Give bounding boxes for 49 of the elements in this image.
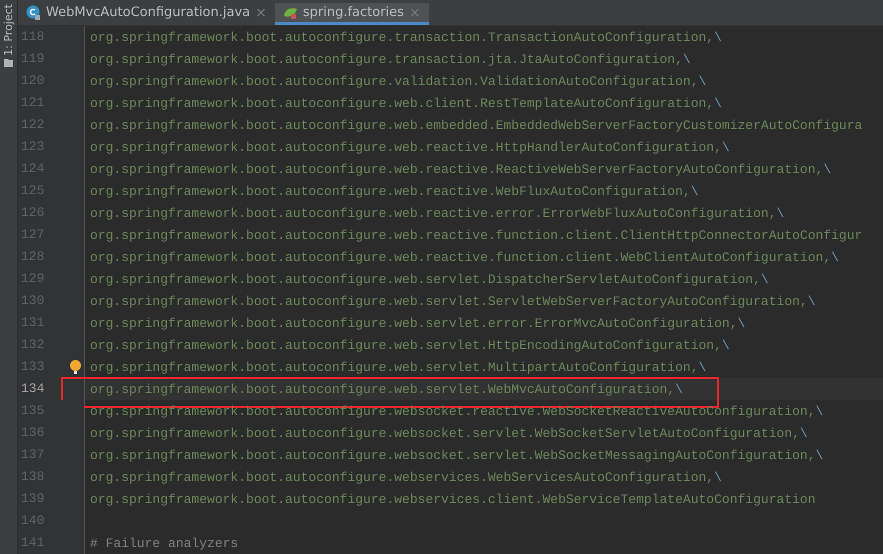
code-text: org.springframework.boot.autoconfigure.web.reactive.ReactiveWebServerFactoryAutoConfiguration,	[90, 162, 824, 176]
line-continuation: \	[738, 316, 746, 330]
project-tool-label[interactable]: 1: Project	[2, 4, 15, 56]
code-text: org.springframework.boot.autoconfigure.websocket.reactive.WebSocketReactiveAutoConfiguration,	[90, 404, 816, 418]
code-text: org.springframework.boot.autoconfigure.webservices.client.WebServiceTemplateAutoConfiguration	[90, 492, 816, 506]
close-icon[interactable]: ×	[255, 4, 267, 20]
code-text: org.springframework.boot.autoconfigure.web.reactive.HttpHandlerAutoConfiguration,	[90, 140, 722, 154]
line-continuation: \	[682, 52, 691, 66]
line-continuation: \	[816, 404, 824, 418]
code-text: org.springframework.boot.autoconfigure.web.reactive.function.client.WebClientAutoConfiguration,	[90, 250, 832, 264]
comment-text: # Failure analyzers	[90, 536, 238, 550]
code-text: org.springframework.boot.autoconfigure.web.embedded.EmbeddedWebServerFactoryCustomizerAutoConfigura	[90, 118, 862, 132]
code-text: org.springframework.boot.autoconfigure.transaction.jta.JtaAutoConfiguration,	[90, 52, 683, 66]
editor-tab[interactable]: WebMvcAutoConfiguration.java ×	[18, 3, 275, 25]
line-continuation: \	[776, 206, 784, 220]
code-text: org.springframework.boot.autoconfigure.webservices.WebServicesAutoConfiguration,	[90, 470, 714, 484]
line-continuation: \	[698, 360, 706, 374]
line-continuation: \	[714, 30, 722, 44]
line-continuation: \	[714, 96, 722, 110]
line-continuation: \	[816, 448, 824, 462]
class-icon	[26, 5, 41, 20]
line-continuation: \	[722, 140, 730, 154]
code-text: org.springframework.boot.autoconfigure.web.servlet.DispatcherServletAutoConfiguration,	[90, 272, 761, 286]
line-continuation: \	[714, 470, 722, 484]
code-text: org.springframework.boot.autoconfigure.transaction.TransactionAutoConfiguration,	[90, 30, 714, 44]
line-continuation: \	[823, 162, 832, 176]
editor-tab[interactable]: spring.factories ×	[274, 3, 429, 25]
code-text: org.springframework.boot.autoconfigure.web.servlet.HttpEncodingAutoConfiguration,	[90, 338, 722, 352]
code-text: org.springframework.boot.autoconfigure.websocket.servlet.WebSocketMessagingAutoConfiguration,	[90, 448, 816, 462]
line-continuation: \	[722, 338, 730, 352]
line-continuation: \	[800, 426, 808, 440]
line-continuation: \	[808, 294, 816, 308]
code-text: org.springframework.boot.autoconfigure.web.servlet.WebMvcAutoConfiguration,	[90, 382, 676, 396]
bulb-icon[interactable]	[70, 360, 81, 374]
code-text: org.springframework.boot.autoconfigure.web.reactive.WebFluxAutoConfiguration,	[90, 184, 691, 198]
code-text: org.springframework.boot.autoconfigure.web.reactive.error.ErrorWebFluxAutoConfiguration,	[90, 206, 777, 220]
code-text: org.springframework.boot.autoconfigure.web.reactive.function.client.ClientHttpConnectorAutoConfigur	[90, 228, 862, 242]
code-text: org.springframework.boot.autoconfigure.web.servlet.ServletWebServerFactoryAutoConfiguration,	[90, 294, 808, 308]
code-text: org.springframework.boot.autoconfigure.validation.ValidationAutoConfiguration,	[90, 74, 698, 88]
line-continuation: \	[831, 250, 839, 264]
folder-icon	[4, 58, 13, 67]
code-text: org.springframework.boot.autoconfigure.web.servlet.error.ErrorMvcAutoConfiguration,	[90, 316, 738, 330]
line-continuation: \	[675, 382, 683, 396]
line-continuation: \	[690, 184, 699, 198]
code-text: org.springframework.boot.autoconfigure.web.client.RestTemplateAutoConfiguration,	[90, 96, 714, 110]
line-continuation: \	[698, 74, 706, 88]
code-text: org.springframework.boot.autoconfigure.web.servlet.MultipartAutoConfiguration,	[90, 360, 698, 374]
code-text: org.springframework.boot.autoconfigure.websocket.servlet.WebSocketServletAutoConfiguration,	[90, 426, 800, 440]
line-continuation: \	[760, 272, 769, 286]
